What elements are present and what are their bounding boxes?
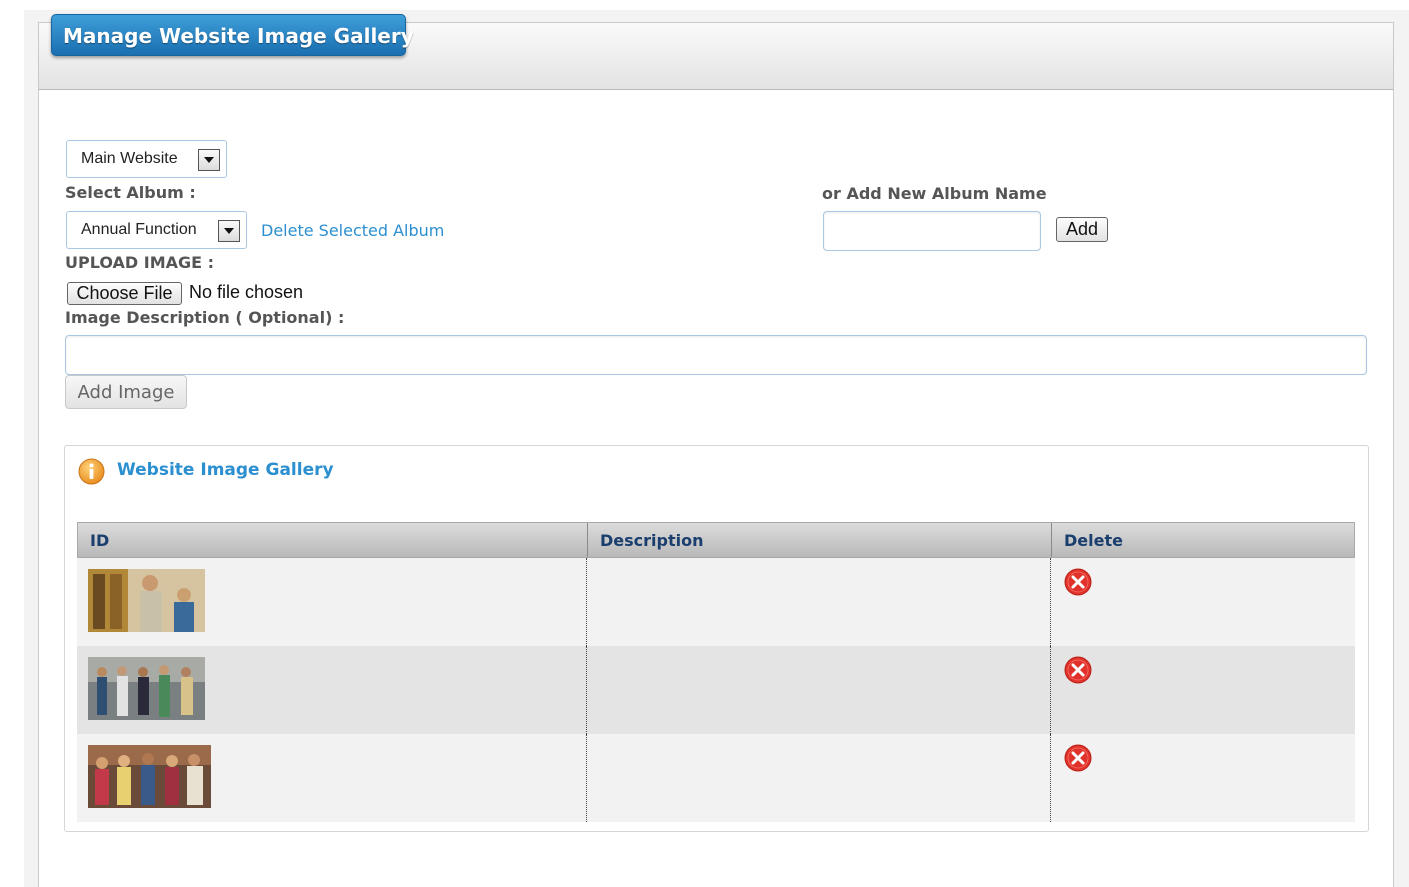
column-header-delete[interactable]: Delete	[1052, 523, 1354, 557]
select-album-label: Select Album :	[65, 183, 196, 202]
description-cell	[587, 646, 1051, 734]
page-title: Manage Website Image Gallery	[51, 14, 414, 56]
id-cell	[77, 734, 587, 822]
add-image-button[interactable]: Add Image	[65, 375, 187, 409]
gallery-thumbnail[interactable]	[88, 657, 205, 720]
delete-icon[interactable]	[1064, 744, 1092, 772]
table-row	[77, 646, 1355, 734]
image-description-input[interactable]	[65, 335, 1367, 375]
delete-icon[interactable]	[1064, 568, 1092, 596]
website-select-value: Main Website	[81, 150, 178, 167]
album-select-value: Annual Function	[81, 221, 197, 238]
delete-cell	[1051, 734, 1355, 822]
chevron-down-icon	[198, 149, 220, 171]
id-cell	[77, 558, 587, 646]
file-status: No file chosen	[189, 282, 304, 302]
delete-album-link[interactable]: Delete Selected Album	[261, 221, 444, 240]
delete-cell	[1051, 558, 1355, 646]
gallery-thumbnail[interactable]	[88, 569, 205, 632]
image-description-label: Image Description ( Optional) :	[65, 308, 345, 327]
album-select[interactable]: Annual Function	[66, 211, 247, 249]
column-header-description[interactable]: Description	[588, 523, 1052, 557]
gallery-title: Website Image Gallery	[117, 460, 334, 480]
add-album-button[interactable]: Add	[1056, 217, 1108, 242]
gallery-thumbnail[interactable]	[88, 745, 211, 808]
delete-icon[interactable]	[1064, 656, 1092, 684]
choose-file-button[interactable]: Choose File	[67, 282, 182, 305]
delete-cell	[1051, 646, 1355, 734]
table-row	[77, 734, 1355, 822]
description-cell	[587, 558, 1051, 646]
gallery-table: ID Description Delete	[77, 522, 1355, 822]
description-cell	[587, 734, 1051, 822]
table-row	[77, 558, 1355, 646]
table-header: ID Description Delete	[77, 522, 1355, 558]
new-album-input[interactable]	[823, 211, 1041, 251]
upload-image-label: UPLOAD IMAGE :	[65, 253, 215, 272]
id-cell	[77, 646, 587, 734]
column-header-id[interactable]: ID	[78, 523, 588, 557]
chevron-down-icon	[218, 220, 240, 242]
website-select[interactable]: Main Website	[66, 140, 227, 178]
info-icon	[78, 458, 105, 485]
new-album-label: or Add New Album Name	[822, 184, 1047, 203]
